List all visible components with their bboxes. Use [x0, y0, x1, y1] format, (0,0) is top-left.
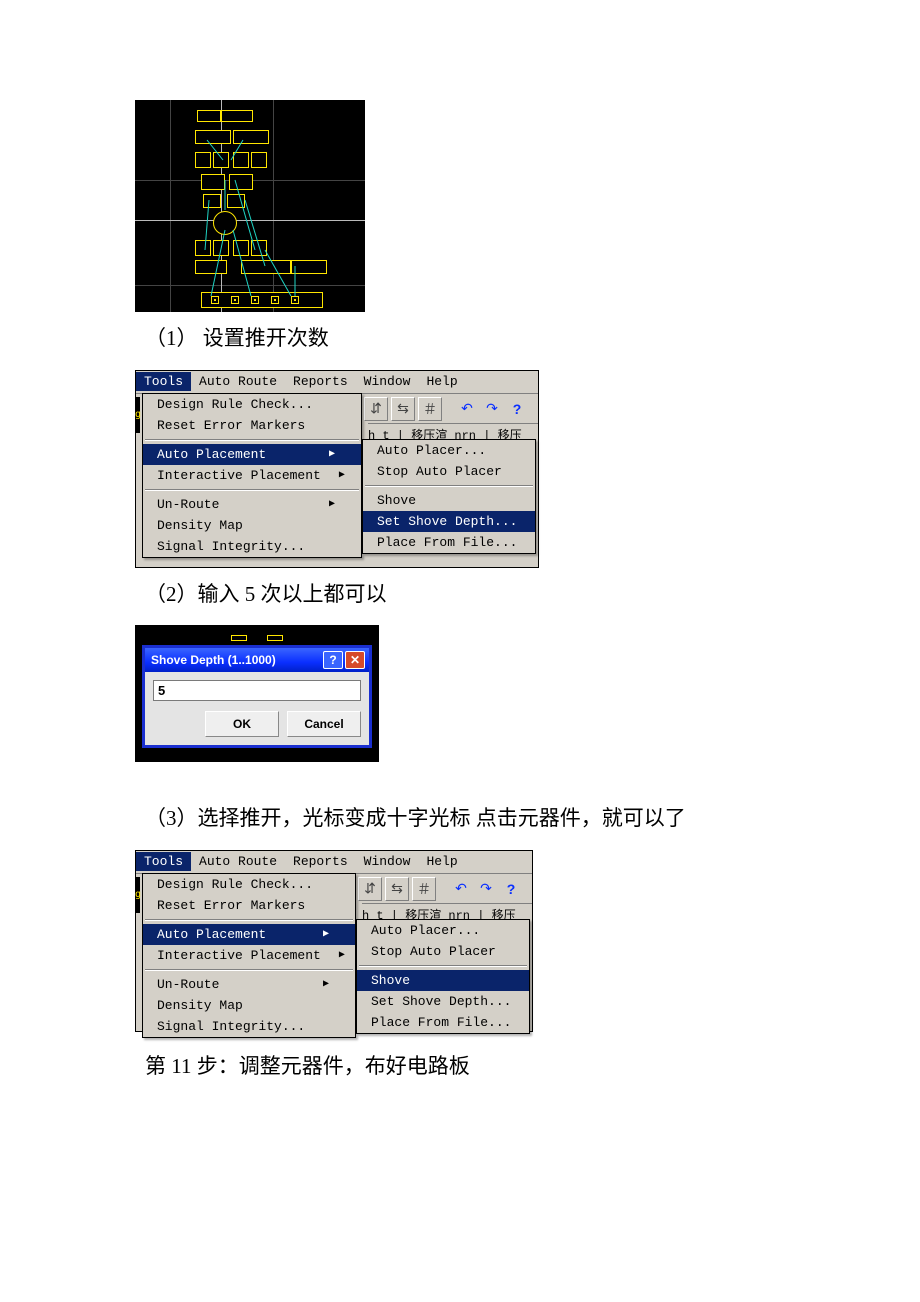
menu-auto-route[interactable]: Auto Route: [191, 852, 285, 871]
ruler-edge: g: [136, 877, 140, 913]
menu-window[interactable]: Window: [356, 372, 419, 391]
menu-tools[interactable]: Tools: [136, 372, 191, 391]
redo-icon[interactable]: ↷: [475, 878, 497, 900]
submenu-arrow-icon: ▶: [323, 928, 329, 940]
menu-tools[interactable]: Tools: [136, 852, 191, 871]
menu-item-signal-integrity[interactable]: Signal Integrity...: [143, 1016, 355, 1037]
shove-depth-dialog: Shove Depth (1..1000) ? ✕ OK Cancel: [142, 645, 372, 748]
flip-v-icon[interactable]: ⇆: [391, 397, 415, 421]
submenu-place-from-file[interactable]: Place From File...: [357, 1012, 529, 1033]
undo-icon[interactable]: ↶: [450, 878, 472, 900]
menu-reports[interactable]: Reports: [285, 852, 356, 871]
submenu-place-from-file[interactable]: Place From File...: [363, 532, 535, 553]
menu-help[interactable]: Help: [418, 372, 465, 391]
menubar: Tools Auto Route Reports Window Help: [136, 851, 532, 874]
submenu-arrow-icon: ▶: [339, 469, 345, 481]
dialog-help-icon[interactable]: ?: [323, 651, 343, 669]
menu-item-un-route[interactable]: Un-Route▶: [143, 494, 361, 515]
undo-icon[interactable]: ↶: [456, 398, 478, 420]
menu-item-density-map[interactable]: Density Map: [143, 995, 355, 1016]
submenu-arrow-icon: ▶: [323, 978, 329, 990]
tools-dropdown: Design Rule Check... Reset Error Markers…: [142, 873, 356, 1038]
step-11-text: 第 11 步：调整元器件，布好电路板: [145, 1050, 785, 1084]
tools-dropdown: Design Rule Check... Reset Error Markers…: [142, 393, 362, 558]
menu-item-un-route[interactable]: Un-Route▶: [143, 974, 355, 995]
menu-auto-route[interactable]: Auto Route: [191, 372, 285, 391]
flip-h-icon[interactable]: ⇵: [364, 397, 388, 421]
auto-placement-submenu: Auto Placer... Stop Auto Placer Shove Se…: [362, 439, 536, 554]
menu-item-auto-placement[interactable]: Auto Placement▶: [143, 444, 361, 465]
dialog-title: Shove Depth (1..1000): [151, 653, 276, 667]
submenu-set-shove-depth[interactable]: Set Shove Depth...: [357, 991, 529, 1012]
menu-item-design-rule-check[interactable]: Design Rule Check...: [143, 874, 355, 895]
shove-depth-input[interactable]: [153, 680, 361, 701]
caption-1: （1） 设置推开次数: [145, 322, 785, 356]
pcb-canvas: [135, 100, 365, 312]
menu-item-design-rule-check[interactable]: Design Rule Check...: [143, 394, 361, 415]
submenu-shove[interactable]: Shove: [357, 970, 529, 991]
submenu-auto-placer[interactable]: Auto Placer...: [357, 920, 529, 941]
menu-reports[interactable]: Reports: [285, 372, 356, 391]
submenu-stop-auto-placer[interactable]: Stop Auto Placer: [363, 461, 535, 482]
flip-v-icon[interactable]: ⇆: [385, 877, 409, 901]
help-icon[interactable]: ?: [506, 398, 528, 420]
menubar: Tools Auto Route Reports Window Help: [136, 371, 538, 394]
submenu-arrow-icon: ▶: [339, 949, 345, 961]
caption-2: （2）输入 5 次以上都可以: [145, 578, 785, 612]
submenu-set-shove-depth[interactable]: Set Shove Depth...: [363, 511, 535, 532]
dialog-close-icon[interactable]: ✕: [345, 651, 365, 669]
redo-icon[interactable]: ↷: [481, 398, 503, 420]
menu-item-interactive-placement[interactable]: Interactive Placement▶: [143, 945, 355, 966]
menu-screenshot-set-shove-depth: Tools Auto Route Reports Window Help ⇵ ⇆…: [135, 370, 539, 568]
ruler-edge: g: [136, 397, 140, 433]
menu-item-density-map[interactable]: Density Map: [143, 515, 361, 536]
menu-item-reset-error-markers[interactable]: Reset Error Markers: [143, 415, 361, 436]
ok-button[interactable]: OK: [205, 711, 279, 737]
menu-screenshot-shove: Tools Auto Route Reports Window Help ⇵ ⇆…: [135, 850, 533, 1032]
auto-placement-submenu: Auto Placer... Stop Auto Placer Shove Se…: [356, 919, 530, 1034]
help-icon[interactable]: ?: [500, 878, 522, 900]
menu-item-interactive-placement[interactable]: Interactive Placement▶: [143, 465, 361, 486]
ratsnest-lines: [135, 100, 365, 312]
dialog-titlebar: Shove Depth (1..1000) ? ✕: [145, 648, 369, 672]
menu-item-auto-placement[interactable]: Auto Placement▶: [143, 924, 355, 945]
flip-h-icon[interactable]: ⇵: [358, 877, 382, 901]
cancel-button[interactable]: Cancel: [287, 711, 361, 737]
submenu-stop-auto-placer[interactable]: Stop Auto Placer: [357, 941, 529, 962]
submenu-auto-placer[interactable]: Auto Placer...: [363, 440, 535, 461]
background-pads: [142, 635, 372, 641]
grid-icon[interactable]: ＃: [412, 877, 436, 901]
menu-item-signal-integrity[interactable]: Signal Integrity...: [143, 536, 361, 557]
grid-icon[interactable]: ＃: [418, 397, 442, 421]
submenu-arrow-icon: ▶: [329, 448, 335, 460]
caption-3: （3）选择推开，光标变成十字光标 点击元器件，就可以了: [145, 802, 785, 836]
menu-window[interactable]: Window: [356, 852, 419, 871]
menu-item-reset-error-markers[interactable]: Reset Error Markers: [143, 895, 355, 916]
menu-help[interactable]: Help: [418, 852, 465, 871]
submenu-shove[interactable]: Shove: [363, 490, 535, 511]
shove-depth-dialog-wrap: Shove Depth (1..1000) ? ✕ OK Cancel: [135, 625, 379, 762]
submenu-arrow-icon: ▶: [329, 498, 335, 510]
